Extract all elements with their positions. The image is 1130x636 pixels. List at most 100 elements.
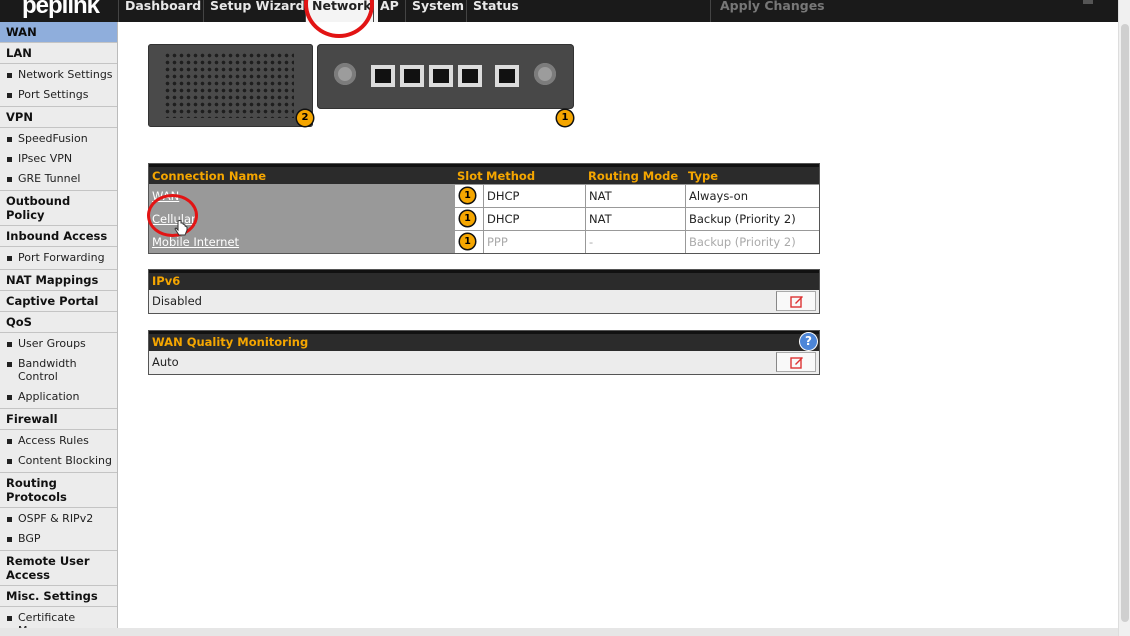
toolbar-edge-mark xyxy=(1083,0,1093,4)
sidebar-group-lan: Network Settings Port Settings xyxy=(0,64,117,107)
col-method: Method xyxy=(486,169,536,183)
ipv6-row: Disabled xyxy=(149,290,819,313)
nav-ap[interactable]: AP xyxy=(373,0,405,22)
routing-cell: NAT xyxy=(585,185,685,207)
type-cell: Always-on xyxy=(685,185,819,207)
scrollbar-thumb[interactable] xyxy=(1121,24,1129,622)
table-row: Cellular 1 DHCP NAT Backup (Priority 2) xyxy=(149,207,819,230)
apply-changes-button[interactable]: Apply Changes xyxy=(710,0,834,22)
slot-badge: 1 xyxy=(460,234,475,249)
sidebar-item-application[interactable]: Application xyxy=(0,387,117,407)
sidebar-item-gre-tunnel[interactable]: GRE Tunnel xyxy=(0,169,117,189)
wan-quality-panel: WAN Quality Monitoring ? Auto xyxy=(148,330,820,375)
network-tab-highlight-circle xyxy=(304,0,374,38)
sidebar-group-qos: User Groups Bandwidth Control Application xyxy=(0,333,117,409)
connections-table: Connection Name Slot Method Routing Mode… xyxy=(148,163,820,254)
nav-status[interactable]: Status xyxy=(466,0,525,22)
slot-cell: 1 xyxy=(454,208,483,230)
sidebar-item-bgp[interactable]: BGP xyxy=(0,529,117,549)
nav-system[interactable]: System xyxy=(405,0,470,22)
table-row: Mobile Internet 1 PPP - Backup (Priority 2) xyxy=(149,230,819,253)
edit-icon xyxy=(790,296,803,308)
ipv6-edit-button[interactable] xyxy=(776,291,816,311)
col-routing-mode: Routing Mode xyxy=(588,169,679,183)
vertical-scrollbar[interactable] xyxy=(1118,0,1130,636)
sidebar-item-port-forwarding[interactable]: Port Forwarding xyxy=(0,248,117,268)
ipv6-title: IPv6 xyxy=(149,270,819,290)
edit-icon xyxy=(790,357,803,369)
sidebar-item-speedfusion[interactable]: SpeedFusion xyxy=(0,129,117,149)
col-connection-name: Connection Name xyxy=(152,169,267,183)
slot-badge: 1 xyxy=(460,211,475,226)
connections-table-header: Connection Name Slot Method Routing Mode… xyxy=(149,164,819,184)
sidebar-section-misc-settings[interactable]: Misc. Settings xyxy=(0,586,117,607)
peplink-logo: peplink xyxy=(22,0,100,19)
sidebar-item-access-rules[interactable]: Access Rules xyxy=(0,431,117,451)
type-cell: Backup (Priority 2) xyxy=(685,208,819,230)
sidebar-item-network-settings[interactable]: Network Settings xyxy=(0,65,117,85)
sidebar-section-captive-portal[interactable]: Captive Portal xyxy=(0,291,117,312)
sidebar-group-firewall: Access Rules Content Blocking xyxy=(0,430,117,473)
sidebar-section-qos[interactable]: QoS xyxy=(0,312,117,333)
sidebar-section-vpn[interactable]: VPN xyxy=(0,107,117,128)
wan-quality-title: WAN Quality Monitoring xyxy=(152,335,309,349)
ipv6-panel: IPv6 Disabled xyxy=(148,269,820,314)
method-cell: DHCP xyxy=(483,185,585,207)
antenna-connector-icon xyxy=(334,63,356,85)
sidebar-section-nat-mappings[interactable]: NAT Mappings xyxy=(0,270,117,291)
ethernet-port-icon xyxy=(458,65,482,87)
connection-link[interactable]: Mobile Internet xyxy=(152,235,239,249)
sidebar-group-vpn: SpeedFusion IPsec VPN GRE Tunnel xyxy=(0,128,117,191)
sidebar-section-firewall[interactable]: Firewall xyxy=(0,409,117,430)
table-row: WAN 1 DHCP NAT Always-on xyxy=(149,184,819,207)
slot-cell: 1 xyxy=(454,231,483,253)
slot-2-badge: 2 xyxy=(297,110,313,126)
slot-cell: 1 xyxy=(454,185,483,207)
hand-cursor-icon xyxy=(174,220,188,236)
wan-quality-header: WAN Quality Monitoring ? xyxy=(149,331,819,351)
wan-quality-value: Auto xyxy=(152,355,179,369)
horizontal-scrollbar[interactable] xyxy=(0,628,1118,636)
sidebar-section-outbound-policy[interactable]: Outbound Policy xyxy=(0,191,117,226)
wan-quality-row: Auto xyxy=(149,351,819,374)
routing-cell: NAT xyxy=(585,208,685,230)
sidebar-item-user-groups[interactable]: User Groups xyxy=(0,334,117,354)
ethernet-port-icon xyxy=(400,65,424,87)
sidebar-section-wan[interactable]: WAN xyxy=(0,22,117,43)
sidebar-item-port-settings[interactable]: Port Settings xyxy=(0,85,117,105)
top-navigation-bar: peplink Dashboard Setup Wizard Network A… xyxy=(0,0,1118,22)
nav-setup-wizard[interactable]: Setup Wizard xyxy=(203,0,311,22)
wan-quality-edit-button[interactable] xyxy=(776,352,816,372)
sidebar-item-ipsec-vpn[interactable]: IPsec VPN xyxy=(0,149,117,169)
sidebar-section-routing-protocols[interactable]: Routing Protocols xyxy=(0,473,117,508)
sidebar-item-content-blocking[interactable]: Content Blocking xyxy=(0,451,117,471)
slot-1-badge: 1 xyxy=(557,110,573,126)
slot-badge: 1 xyxy=(460,188,475,203)
routing-cell: - xyxy=(585,231,685,253)
nav-dashboard[interactable]: Dashboard xyxy=(118,0,207,22)
sidebar-section-inbound-access[interactable]: Inbound Access xyxy=(0,226,117,247)
ethernet-port-icon xyxy=(429,65,453,87)
ethernet-port-icon xyxy=(371,65,395,87)
sidebar-item-ospf-ripv2[interactable]: OSPF & RIPv2 xyxy=(0,509,117,529)
wan-port-icon xyxy=(495,65,519,87)
col-slot: Slot xyxy=(457,169,483,183)
sidebar-item-bandwidth-control[interactable]: Bandwidth Control xyxy=(0,354,117,387)
method-cell: DHCP xyxy=(483,208,585,230)
type-cell: Backup (Priority 2) xyxy=(685,231,819,253)
expansion-module-image xyxy=(148,44,313,127)
ipv6-status: Disabled xyxy=(152,294,202,308)
sidebar-section-lan[interactable]: LAN xyxy=(0,43,117,64)
connections-rows: WAN 1 DHCP NAT Always-on Cellular 1 DHCP NAT Back… xyxy=(149,184,819,253)
method-cell: PPP xyxy=(483,231,585,253)
router-front-panel-image xyxy=(317,44,574,109)
antenna-connector-icon xyxy=(534,63,556,85)
cellular-highlight-circle xyxy=(147,194,198,237)
sidebar-group-routing-protocols: OSPF & RIPv2 BGP xyxy=(0,508,117,551)
connection-name-cell: WAN xyxy=(149,185,454,207)
col-type: Type xyxy=(688,169,719,183)
sidebar-section-remote-user-access[interactable]: Remote User Access xyxy=(0,551,117,586)
help-icon[interactable]: ? xyxy=(800,333,817,350)
vent-grid xyxy=(164,52,294,118)
connection-name-cell: Mobile Internet xyxy=(149,231,454,253)
